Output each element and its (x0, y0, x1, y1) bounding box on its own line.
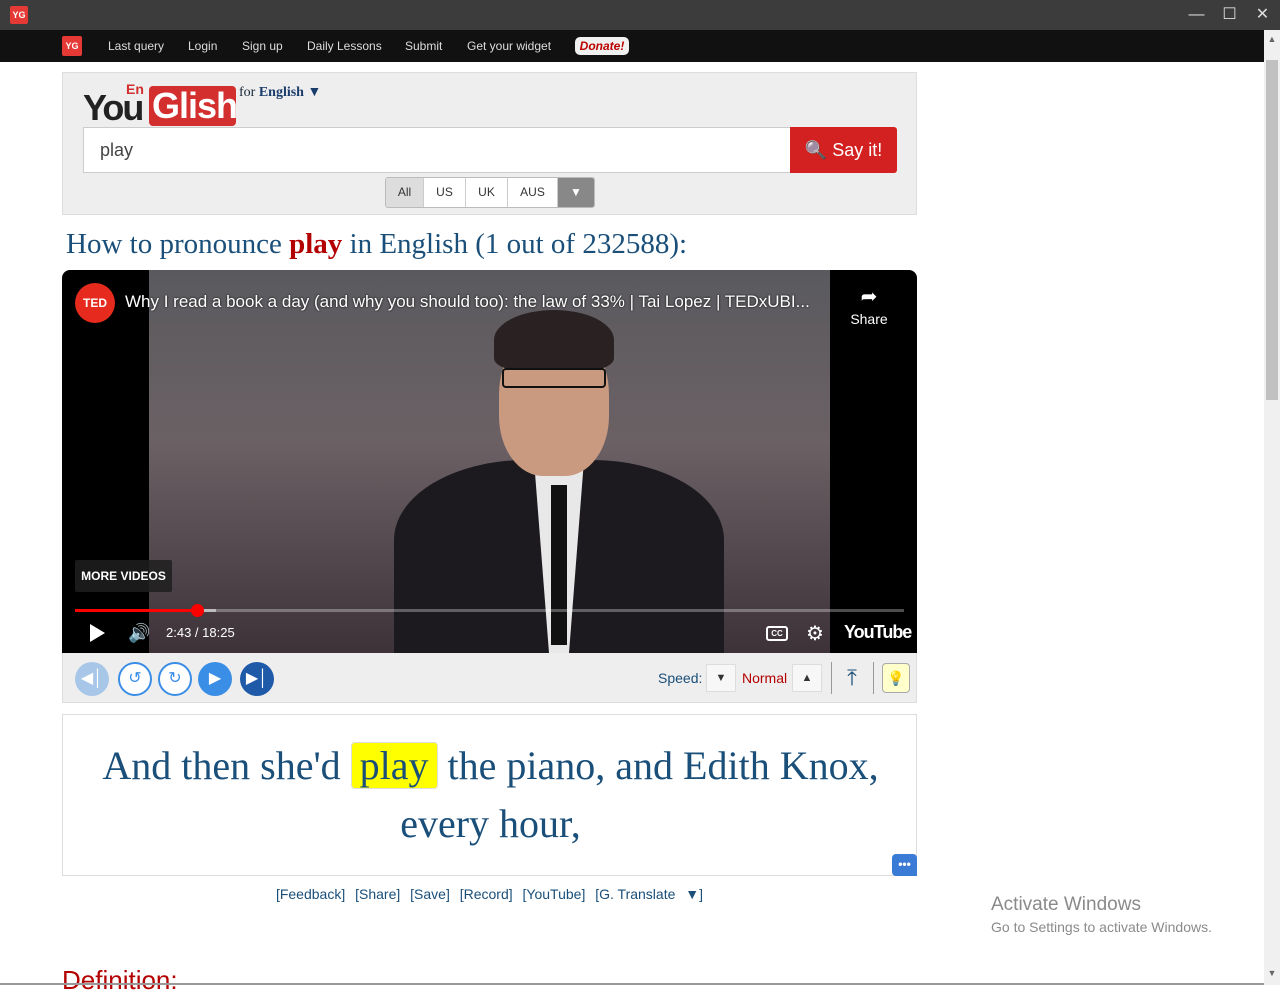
divider (873, 662, 874, 694)
accent-us[interactable]: US (424, 178, 466, 207)
share-icon: ➦ (860, 286, 878, 308)
video-player[interactable]: TED Why I read a book a day (and why you… (62, 270, 917, 653)
share-button[interactable]: ➦ Share (842, 284, 896, 327)
replay-5-icon[interactable]: ↺ (118, 662, 152, 696)
caption-highlight-word[interactable]: play (350, 742, 438, 789)
progress-played (75, 609, 197, 612)
search-icon: 🔍 (804, 140, 828, 160)
accent-uk[interactable]: UK (466, 178, 508, 207)
speaker-hair (494, 310, 614, 370)
top-nav: YG Last query Login Sign up Daily Lesson… (0, 30, 1264, 62)
language-value[interactable]: English ▼ (259, 85, 322, 100)
say-it-label: Say it! (832, 140, 883, 160)
more-videos-button[interactable]: MORE VIDEOS (75, 560, 172, 592)
accent-selector: All US UK AUS ▼ (385, 177, 595, 208)
title-suffix: in English (1 out of 232588): (342, 228, 688, 260)
scroll-down-icon[interactable]: ▼ (1264, 968, 1280, 978)
video-time: 2:43 / 18:25 (166, 625, 235, 640)
action-links: [Feedback] [Share] [Save] [Record] [YouT… (0, 886, 979, 902)
share-label: Share (850, 311, 888, 327)
playback-controls: ◀│ ↺ ↻ ▶ ▶│ Speed: ▼ Normal ▲ ⤒ 💡 (62, 653, 917, 703)
nav-get-widget[interactable]: Get your widget (467, 39, 551, 53)
record-link[interactable]: [Record] (460, 886, 513, 902)
translate-dropdown-icon[interactable]: ▼] (685, 886, 703, 902)
logo-en: En (126, 81, 144, 97)
repeat-icon[interactable]: ↻ (158, 662, 192, 696)
captions-icon[interactable]: CC (766, 626, 788, 641)
more-options-icon[interactable]: ••• (892, 854, 917, 876)
search-panel: You Glish En for English ▼ play 🔍 Say it… (62, 72, 917, 215)
close-icon[interactable]: ✕ (1246, 0, 1279, 30)
divider (831, 662, 832, 694)
accent-aus[interactable]: AUS (508, 178, 558, 207)
activate-subtitle: Go to Settings to activate Windows. (991, 919, 1212, 935)
share-link[interactable]: [Share] (355, 886, 400, 902)
activate-windows-watermark: Activate Windows Go to Settings to activ… (991, 894, 1212, 935)
save-link[interactable]: [Save] (410, 886, 450, 902)
minimize-icon[interactable]: — (1180, 0, 1213, 30)
definition-heading: Definition: (62, 965, 178, 995)
search-input[interactable]: play (83, 127, 791, 173)
play-circle-icon[interactable]: ▶ (198, 662, 232, 696)
caption-before: And then she'd (102, 743, 351, 788)
language-selector[interactable]: for English ▼ (239, 85, 321, 101)
gear-icon[interactable]: ⚙ (806, 621, 824, 646)
page-scrollbar[interactable]: ▲ ▼ (1264, 30, 1280, 985)
video-title[interactable]: Why I read a book a day (and why you sho… (125, 292, 835, 312)
next-icon[interactable]: ▶│ (240, 662, 274, 696)
feedback-link[interactable]: [Feedback] (276, 886, 345, 902)
window-title-bar: YG — ☐ ✕ (0, 0, 1280, 30)
speed-value: Normal (742, 670, 788, 686)
channel-avatar[interactable]: TED (75, 283, 115, 323)
nav-submit[interactable]: Submit (405, 39, 442, 53)
youtube-link[interactable]: [YouTube] (523, 886, 586, 902)
speed-down-icon[interactable]: ▼ (706, 664, 736, 692)
play-icon[interactable] (90, 624, 105, 642)
nav-daily-lessons[interactable]: Daily Lessons (307, 39, 382, 53)
app-icon: YG (10, 6, 28, 24)
activate-title: Activate Windows (991, 894, 1141, 915)
speed-up-icon[interactable]: ▲ (792, 664, 822, 692)
nav-logo[interactable]: YG (62, 36, 82, 56)
donate-button[interactable]: Donate! (575, 37, 629, 55)
volume-icon[interactable]: 🔊 (128, 623, 150, 644)
logo-glish: Glish (149, 86, 238, 126)
video-progress-bar[interactable] (75, 604, 904, 617)
speed-label: Speed: (658, 670, 703, 686)
previous-icon[interactable]: ◀│ (75, 662, 109, 696)
scroll-up-icon[interactable]: ▲ (1264, 34, 1280, 44)
progress-scrubber[interactable] (190, 604, 204, 617)
accent-more-chevron-down-icon[interactable]: ▼ (558, 178, 594, 207)
scrollbar-thumb[interactable] (1266, 60, 1278, 400)
accent-all[interactable]: All (386, 178, 424, 207)
lightbulb-icon[interactable]: 💡 (882, 663, 910, 693)
video-frame[interactable] (149, 270, 830, 653)
title-prefix: How to pronounce (66, 228, 290, 260)
caption-after: the piano, and Edith Knox, every hour, (400, 743, 879, 846)
nav-sign-up[interactable]: Sign up (242, 39, 283, 53)
language-for-label: for (239, 85, 256, 100)
speaker-tie (551, 485, 567, 645)
youglish-logo[interactable]: You Glish En (83, 81, 243, 129)
speaker-glasses (502, 368, 606, 388)
title-word: play (289, 228, 343, 260)
caption-panel: And then she'd play the piano, and Edith… (62, 714, 917, 876)
google-translate-link[interactable]: [G. Translate (595, 886, 675, 902)
maximize-icon[interactable]: ☐ (1213, 0, 1246, 30)
scroll-to-top-icon[interactable]: ⤒ (841, 664, 863, 692)
youtube-logo[interactable]: YouTube (844, 622, 912, 643)
say-it-button[interactable]: 🔍 Say it! (790, 127, 897, 173)
page-title: How to pronounce play in English (1 out … (66, 228, 687, 261)
nav-login[interactable]: Login (188, 39, 217, 53)
caption-text: And then she'd play the piano, and Edith… (83, 737, 898, 853)
nav-last-query[interactable]: Last query (108, 39, 164, 53)
